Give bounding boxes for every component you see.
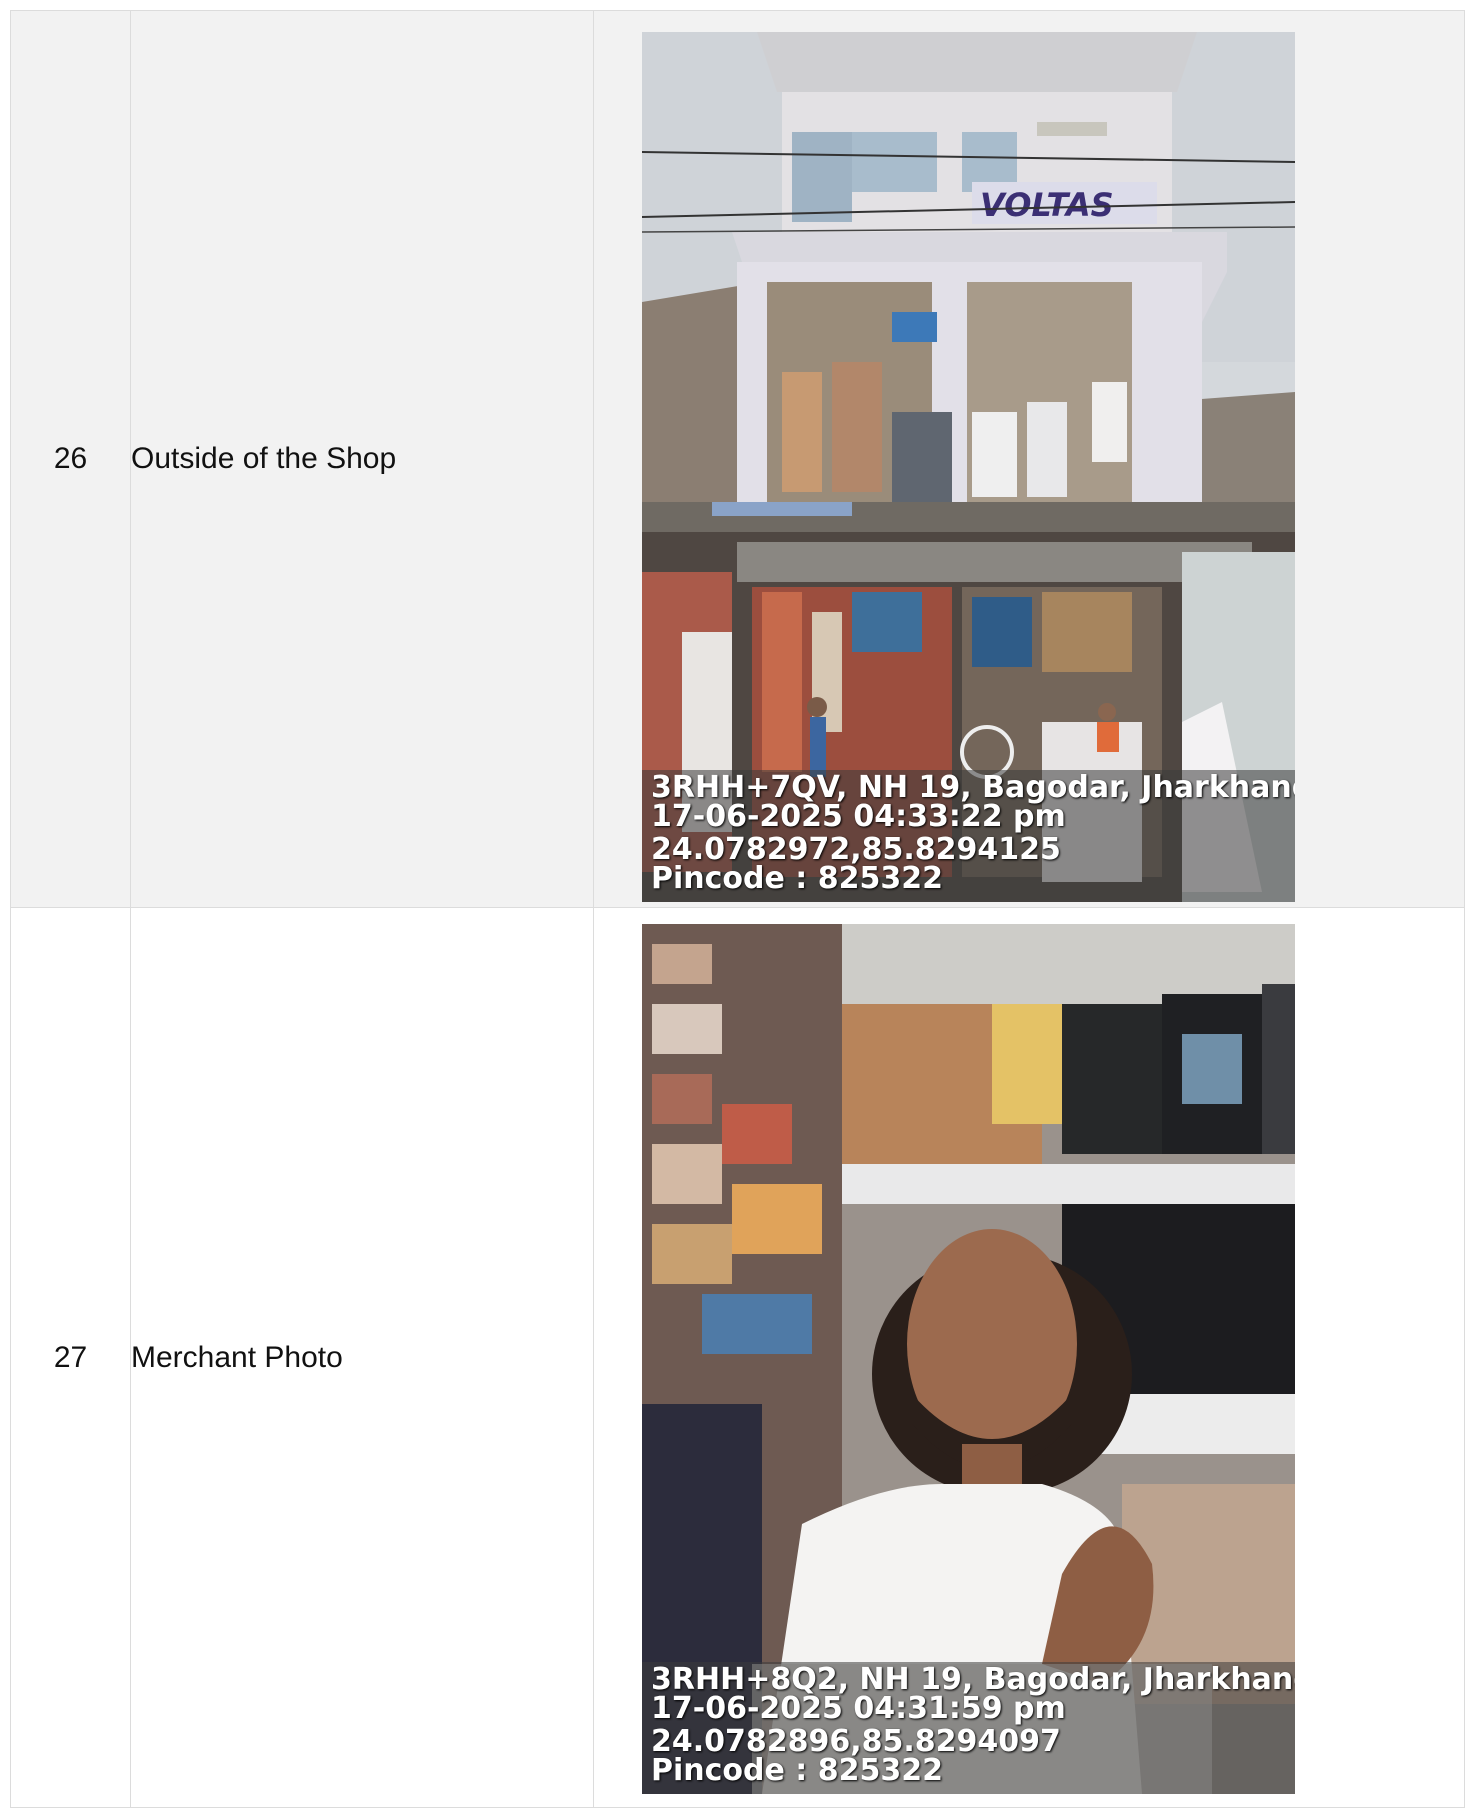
geotag-datetime: 17-06-2025 04:31:59 pm: [651, 1691, 1066, 1726]
photo-cell: 3RHH+8Q2, NH 19, Bagodar, Jharkhand 8253…: [593, 907, 1465, 1808]
row-label: Merchant Photo: [130, 907, 594, 1808]
table-row: 26 Outside of the Shop VOLTAS 3RHH+7QV, …: [10, 10, 1465, 908]
row-label: Outside of the Shop: [130, 10, 594, 908]
table-row: 27 Merchant Photo 3RHH+8Q2, NH 19, Bagod…: [10, 907, 1465, 1808]
geotag-datetime: 17-06-2025 04:33:22 pm: [651, 799, 1066, 834]
row-number: 27: [10, 907, 131, 1808]
photo-verification-table: 26 Outside of the Shop VOLTAS 3RHH+7QV, …: [10, 10, 1465, 1808]
photo-cell: VOLTAS 3RHH+7QV, NH 19, Bagodar, Jharkha…: [593, 10, 1465, 908]
shop-exterior-photo: VOLTAS 3RHH+7QV, NH 19, Bagodar, Jharkha…: [642, 32, 1295, 902]
merchant-photo: 3RHH+8Q2, NH 19, Bagodar, Jharkhand 8253…: [642, 924, 1295, 1794]
geotag-stamp: 3RHH+7QV, NH 19, Bagodar, Jharkhand 8253…: [642, 770, 1295, 902]
row-number: 26: [10, 10, 131, 908]
voltas-sign-text: VOLTAS: [980, 186, 1114, 224]
geotag-pincode: Pincode : 825322: [651, 1753, 943, 1788]
geotag-pincode: Pincode : 825322: [651, 861, 943, 896]
geotag-stamp: 3RHH+8Q2, NH 19, Bagodar, Jharkhand 8253…: [642, 1662, 1295, 1794]
